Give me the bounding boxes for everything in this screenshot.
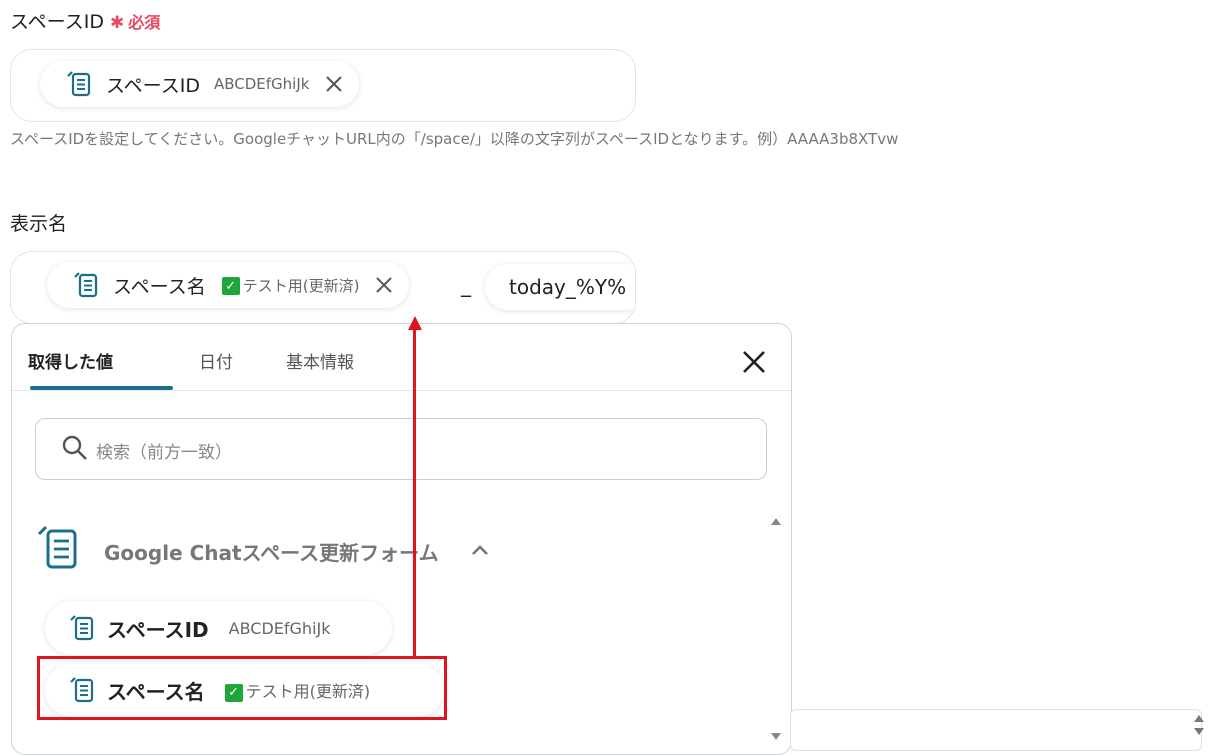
space-id-chip[interactable]: スペースID ABCDEfGhiJk — [40, 61, 360, 107]
highlight-box — [37, 656, 447, 720]
close-icon[interactable] — [741, 349, 767, 375]
scrollbar[interactable] — [768, 511, 782, 741]
chip-value: ABCDEfGhiJk — [213, 75, 310, 93]
form-icon — [73, 271, 99, 299]
form-icon — [66, 70, 92, 98]
space-id-help-text: スペースIDを設定してください。GoogleチャットURL内の「/space/」… — [10, 130, 899, 148]
check-mark-icon: ✓ — [221, 277, 240, 295]
chevron-up-icon[interactable] — [470, 542, 490, 561]
chip-value: ✓ テスト用(更新済) — [221, 275, 359, 296]
remove-chip-icon[interactable] — [325, 75, 343, 93]
required-star-icon: ✱ — [109, 13, 125, 33]
group-title[interactable]: Google Chatスペース更新フォーム — [104, 537, 439, 566]
space-id-label-row: スペースID ✱ 必須 — [10, 7, 160, 34]
search-input[interactable]: 検索（前方一致） — [35, 418, 767, 480]
search-icon — [62, 435, 88, 465]
search-placeholder: 検索（前方一致） — [96, 443, 232, 463]
item-name: スペースID — [107, 617, 209, 642]
tab-date[interactable]: 日付 — [199, 348, 233, 373]
separator-text: _ — [461, 273, 471, 297]
display-name-label: 表示名 — [10, 213, 68, 235]
scroll-up-arrow-icon[interactable] — [770, 511, 782, 530]
tab-acquired-values[interactable]: 取得した値 — [28, 348, 113, 373]
item-value: ABCDEfGhiJk — [228, 618, 331, 638]
required-text: 必須 — [128, 13, 161, 32]
chip-name: スペースID — [106, 74, 200, 97]
tab-divider — [12, 390, 791, 391]
chip-name: スペース名 — [113, 275, 206, 298]
form-large-icon — [36, 524, 80, 576]
arrow-up-icon — [407, 316, 423, 336]
date-chip[interactable]: today_%Y% — [485, 264, 635, 310]
highlight-arrow-line — [413, 330, 416, 657]
form-icon — [69, 614, 95, 642]
tab-basic-info[interactable]: 基本情報 — [286, 348, 354, 373]
space-name-chip[interactable]: スペース名 ✓ テスト用(更新済) — [47, 262, 410, 308]
space-id-label: スペースID — [10, 11, 104, 33]
background-textarea[interactable] — [790, 709, 1202, 751]
list-item-space-id[interactable]: スペースID ABCDEfGhiJk — [45, 601, 392, 655]
remove-chip-icon[interactable] — [375, 276, 393, 294]
